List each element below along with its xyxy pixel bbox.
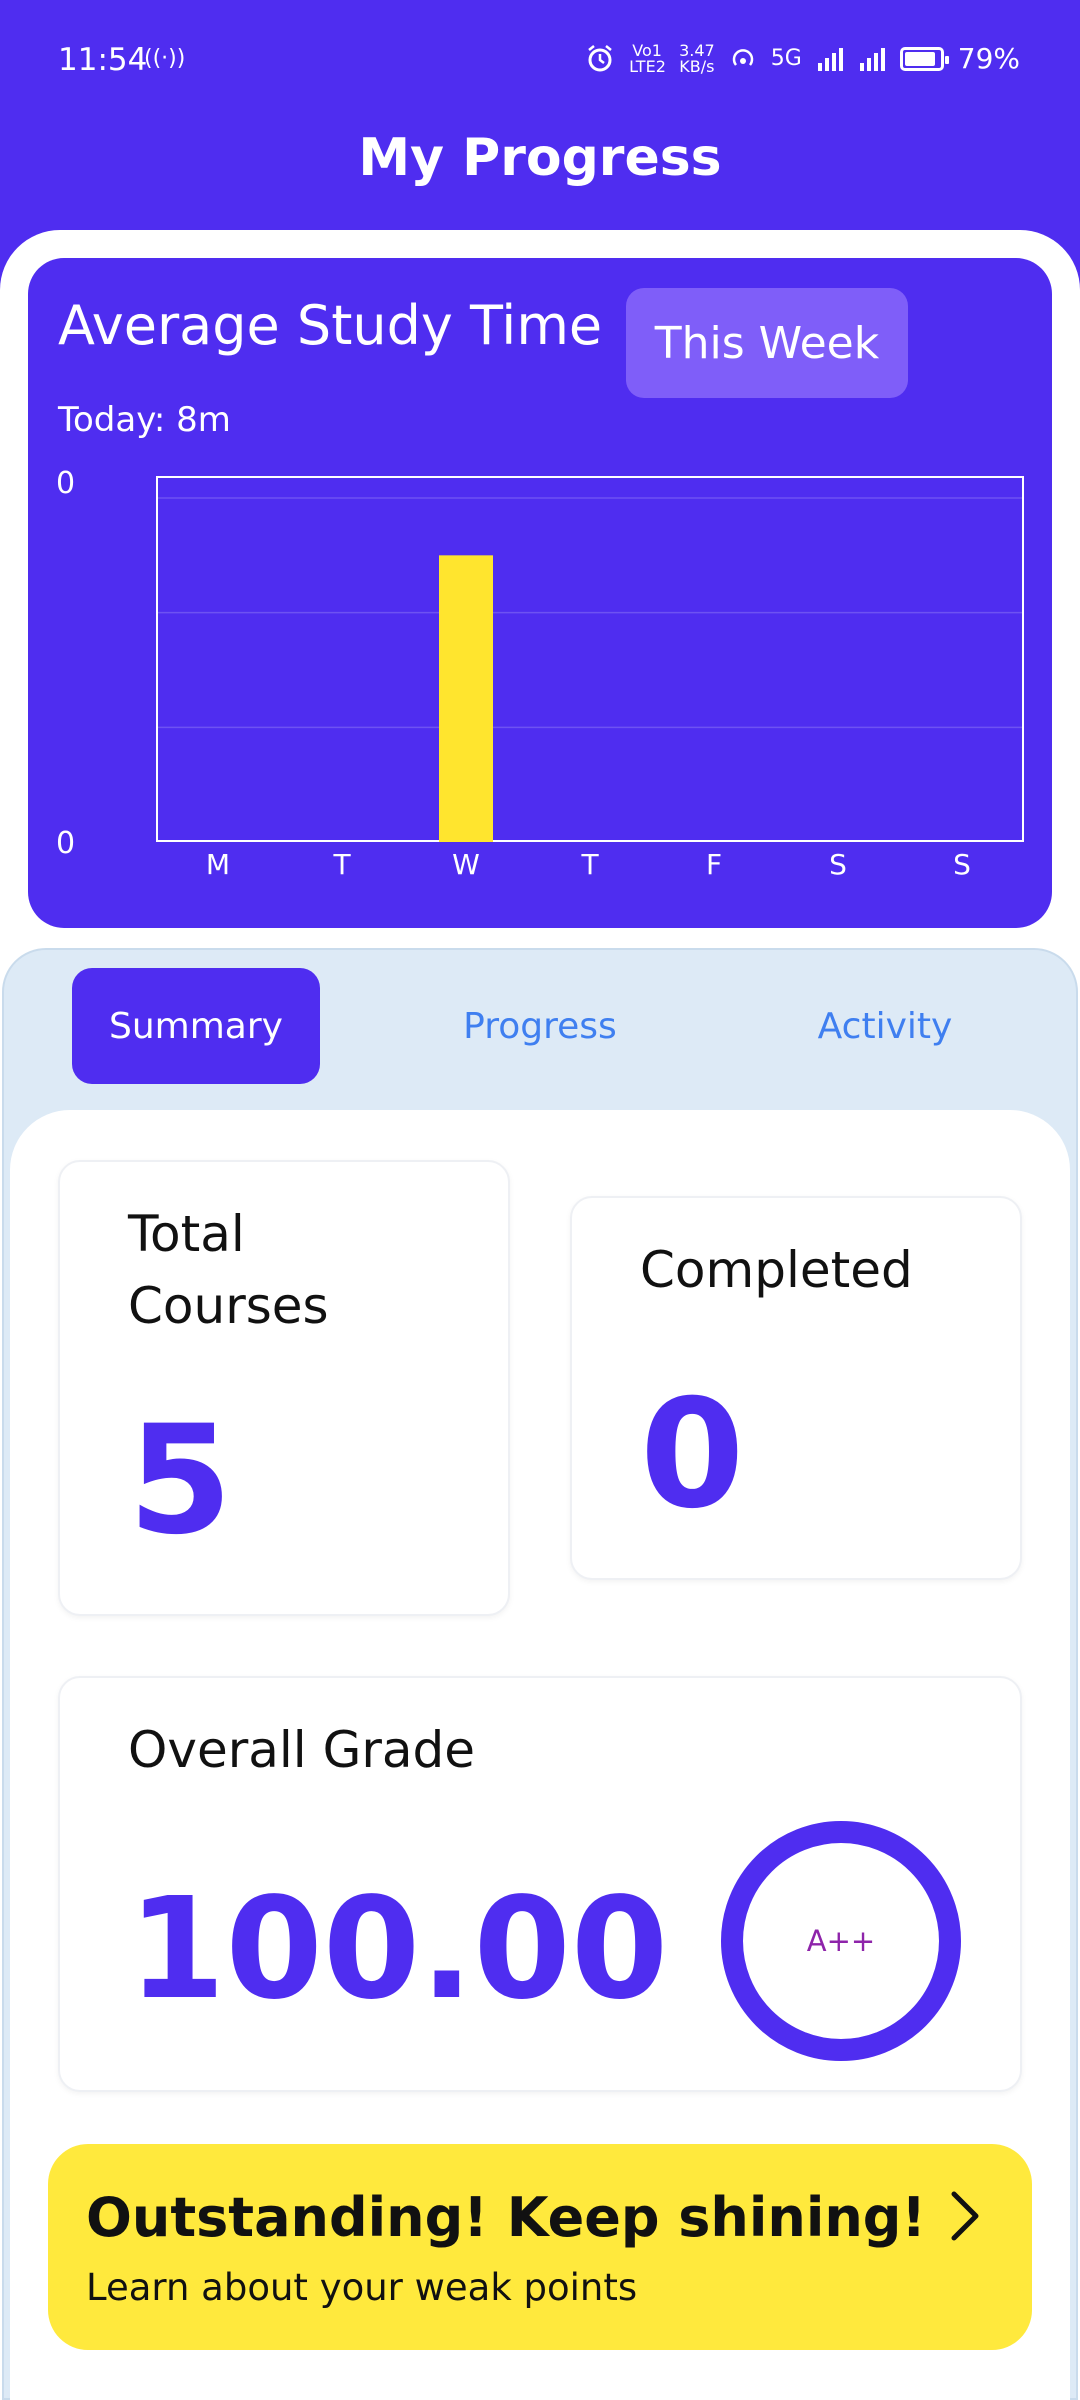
grade-ring: A++ (721, 1821, 961, 2061)
x-tick-label: M (205, 848, 231, 881)
network-speed: 3.47 KB/s (679, 42, 715, 76)
x-tick-label: F (705, 848, 723, 881)
banner-title: Outstanding! Keep shining! (86, 2186, 927, 2249)
chart-frame (156, 476, 1024, 842)
study-time-chart (156, 476, 1024, 842)
encouragement-banner[interactable]: Outstanding! Keep shining! Learn about y… (48, 2144, 1032, 2350)
hotspot-signal-icon (732, 48, 753, 66)
study-time-title: Average Study Time (58, 294, 603, 357)
battery-icon (899, 46, 949, 71)
x-tick-label: T (581, 848, 599, 881)
status-bar: 11:54 ((·)) Vo1 LTE2 3.47 KB/s 5G 79% (0, 0, 1080, 120)
overall-grade-value: 100.00 (128, 1868, 669, 2031)
today-study-time: Today: 8m (58, 400, 231, 440)
this-week-button[interactable]: This Week (626, 288, 908, 398)
x-axis-labels: MTWTFSS (156, 848, 1052, 888)
overall-grade-label: Overall Grade (128, 1721, 476, 1779)
signal-icon-2 (859, 47, 885, 71)
network-type: 5G (770, 46, 802, 71)
completed-value: 0 (640, 1368, 745, 1542)
y-axis-bottom-label: 0 (56, 826, 76, 861)
tab-activity[interactable]: Activity (770, 968, 1000, 1084)
alarm-icon (588, 44, 612, 71)
status-icons: Vo1 LTE2 3.47 KB/s 5G 79% (585, 42, 1020, 75)
signal-icon (817, 47, 843, 71)
tab-progress[interactable]: Progress (420, 968, 660, 1084)
y-axis-top-label: 0 (56, 466, 76, 501)
status-time: 11:54 (58, 42, 148, 78)
tab-summary[interactable]: Summary (72, 968, 320, 1084)
total-courses-label: Total Courses (128, 1205, 329, 1335)
x-tick-label: S (829, 848, 847, 881)
completed-label: Completed (640, 1241, 913, 1299)
banner-subtitle: Learn about your weak points (86, 2266, 638, 2309)
x-tick-label: W (452, 848, 480, 881)
volte-indicator: Vo1 LTE2 (629, 40, 666, 76)
grade-badge: A++ (807, 1924, 875, 1958)
completed-card[interactable]: Completed 0 (570, 1196, 1022, 1580)
total-courses-value: 5 (128, 1394, 233, 1568)
network-speed-unit: KB/s (679, 56, 715, 76)
total-courses-card[interactable]: Total Courses 5 (58, 1160, 510, 1616)
page-title: My Progress (358, 128, 722, 188)
battery-percent: 79% (957, 42, 1020, 75)
chevron-right-icon[interactable] (948, 2188, 982, 2244)
study-time-card: Average Study Time This Week Today: 8m 0… (28, 258, 1052, 928)
x-tick-label: T (333, 848, 351, 881)
x-tick-label: S (953, 848, 971, 881)
hotspot-icon: ((·)) (144, 46, 186, 71)
chart-bar-2 (439, 555, 493, 842)
